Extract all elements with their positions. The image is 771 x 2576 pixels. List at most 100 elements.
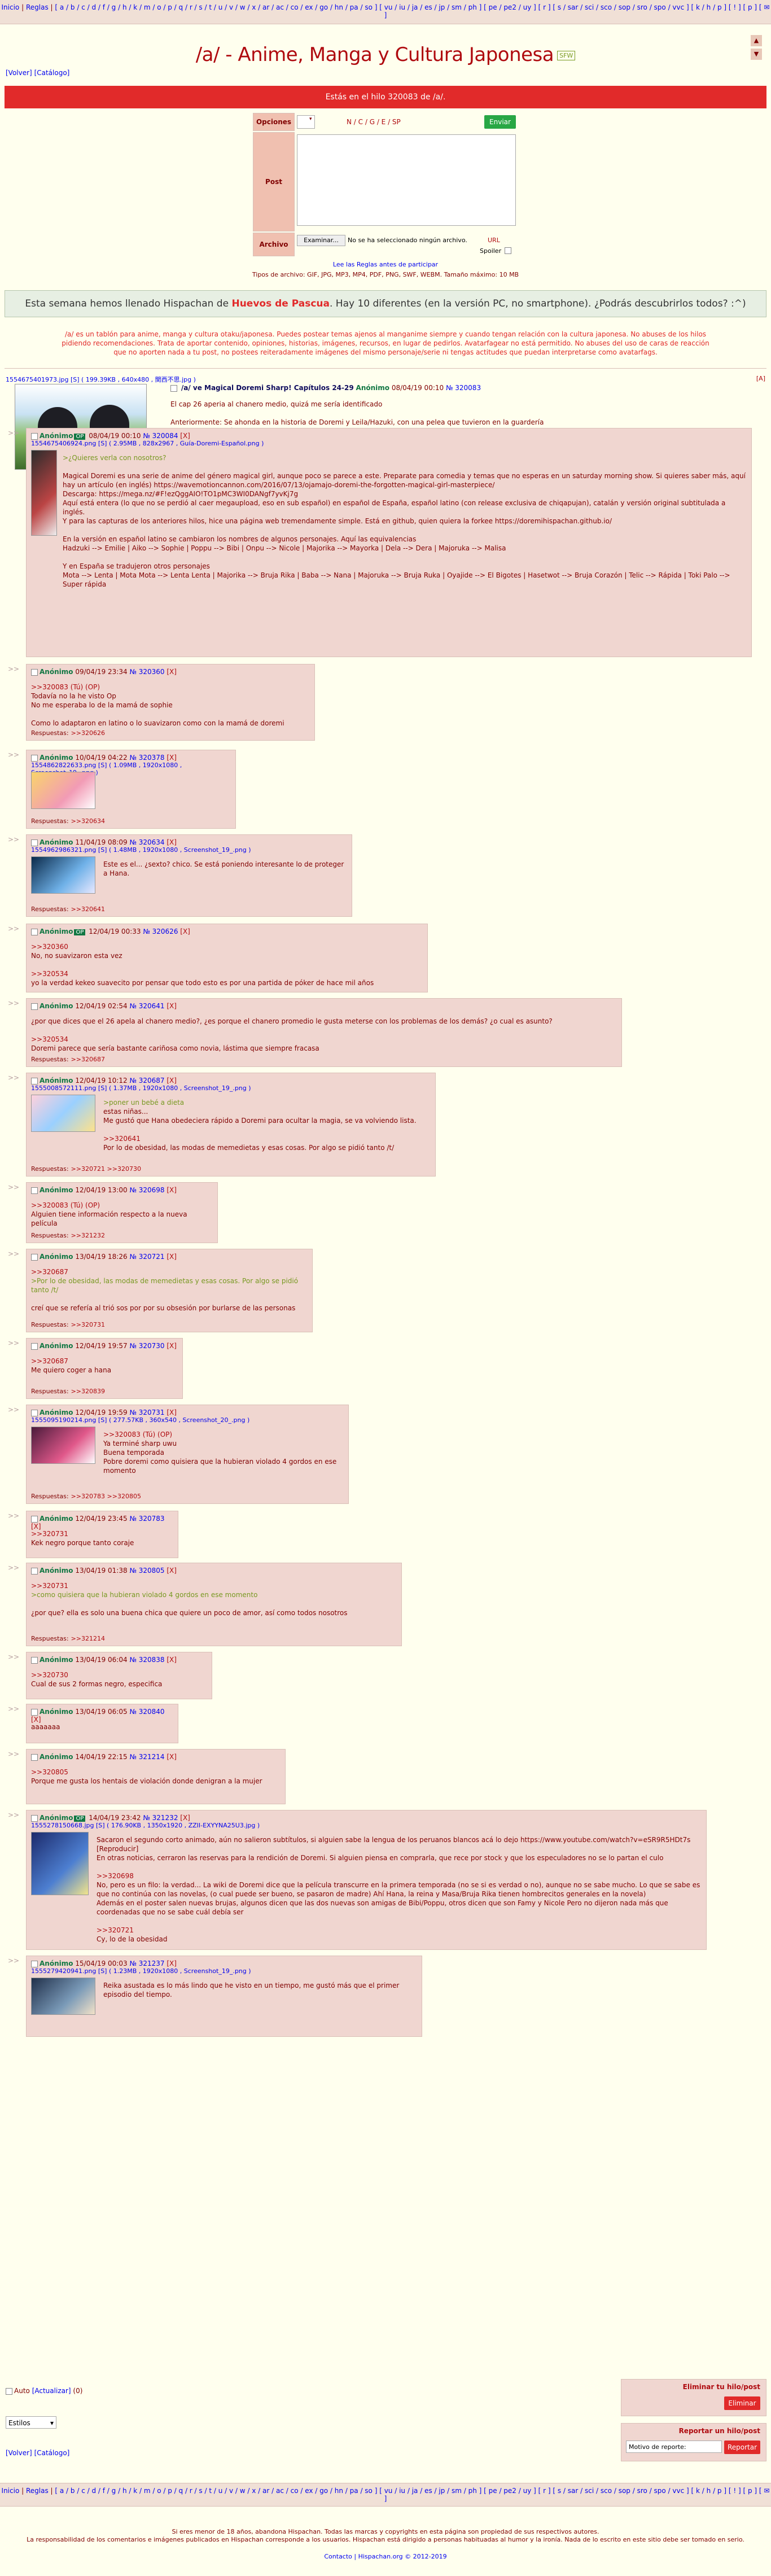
- reply-number[interactable]: № 320084: [143, 432, 178, 440]
- post-textarea[interactable]: [297, 134, 516, 226]
- reply-file-link[interactable]: 1555278150668.jpg [S] ( 176.90KB , 1350x…: [31, 1822, 260, 1829]
- reply-select-checkbox[interactable]: [31, 1342, 38, 1350]
- reply-thumbnail[interactable]: [31, 856, 95, 894]
- actualizar-link[interactable]: [Actualizar]: [32, 2387, 71, 2395]
- opciones-select[interactable]: [297, 115, 315, 129]
- reply-close-icon[interactable]: [X]: [165, 1253, 177, 1261]
- op-number[interactable]: № 320083: [446, 384, 481, 392]
- reply-select-checkbox[interactable]: [31, 1253, 38, 1261]
- reply-close-icon[interactable]: [X]: [165, 1186, 177, 1194]
- reply-close-icon[interactable]: [X]: [178, 928, 190, 935]
- reply-select-checkbox[interactable]: [31, 1753, 38, 1761]
- board-list-bottom[interactable]: [ a / b / c / d / f / g / h / k / m / o …: [55, 2487, 769, 2503]
- backlink-quote[interactable]: >>320641: [71, 906, 105, 913]
- reply-file-link[interactable]: 1555095190214.png [S] ( 277.57KB , 360x5…: [31, 1416, 249, 1424]
- reply-number[interactable]: № 320698: [129, 1186, 164, 1194]
- reply-number[interactable]: № 320378: [129, 754, 164, 762]
- reply-close-icon[interactable]: [X]: [178, 1814, 190, 1822]
- reply-number[interactable]: № 321237: [129, 1960, 164, 1967]
- eliminar-button[interactable]: Eliminar: [724, 2396, 760, 2410]
- reply-number[interactable]: № 320731: [129, 1409, 164, 1416]
- reply-body-line[interactable]: >>320721: [97, 1926, 134, 1934]
- reply-body-line[interactable]: >>320687: [31, 1268, 68, 1276]
- reply-close-icon[interactable]: [X]: [165, 1960, 177, 1967]
- volver-link-bottom[interactable]: [Volver]: [6, 2449, 32, 2457]
- backlink-quote[interactable]: >>320634: [71, 817, 105, 825]
- reply-body-line[interactable]: >>320731: [31, 1530, 68, 1538]
- backlink-quote[interactable]: >>320721 >>320730: [71, 1165, 141, 1173]
- reply-close-icon[interactable]: [X]: [178, 432, 190, 440]
- op-select-checkbox[interactable]: [170, 384, 177, 392]
- nav-reglas-link-bottom[interactable]: Reglas: [26, 2487, 49, 2495]
- reply-file-link[interactable]: 1555008572111.png [S] ( 1.37MB , 1920x10…: [31, 1084, 251, 1092]
- reply-body-line[interactable]: >>320534: [31, 1035, 68, 1043]
- reply-number[interactable]: № 320626: [143, 928, 178, 935]
- reply-number[interactable]: № 320783: [129, 1515, 164, 1523]
- catalogo-link-bottom[interactable]: [Catálogo]: [34, 2449, 70, 2457]
- reply-file-link[interactable]: 1554675406924.png [S] ( 2.95MB , 828x296…: [31, 440, 264, 447]
- reply-select-checkbox[interactable]: [31, 928, 38, 935]
- reply-close-icon[interactable]: [X]: [165, 1753, 177, 1761]
- scroll-down-icon[interactable]: ▼: [751, 49, 762, 60]
- auto-checkbox[interactable]: [6, 2387, 12, 2395]
- scroll-up-icon[interactable]: ▲: [751, 35, 762, 46]
- reply-select-checkbox[interactable]: [31, 839, 38, 846]
- reply-body-line[interactable]: >>320731: [31, 1582, 68, 1590]
- reply-body-line[interactable]: >>320805: [31, 1768, 68, 1776]
- reply-body-line[interactable]: >>320083 (Tú) (OP): [31, 1201, 100, 1209]
- nav-inicio-link-bottom[interactable]: Inicio: [2, 2487, 20, 2495]
- reply-number[interactable]: № 321214: [129, 1753, 164, 1761]
- reply-number[interactable]: № 320634: [129, 838, 164, 846]
- reply-close-icon[interactable]: [X]: [165, 1002, 177, 1010]
- reply-select-checkbox[interactable]: [31, 1003, 38, 1010]
- reply-body-line[interactable]: >>320083 (Tú) (OP): [31, 683, 100, 691]
- reply-select-checkbox[interactable]: [31, 754, 38, 762]
- reply-close-icon[interactable]: [X]: [165, 1342, 177, 1350]
- reply-body-line[interactable]: >>320360: [31, 943, 68, 951]
- reply-select-checkbox[interactable]: [31, 1656, 38, 1664]
- url-link[interactable]: URL: [488, 237, 500, 244]
- reply-close-icon[interactable]: [X]: [165, 1077, 177, 1084]
- op-hide-link[interactable]: [A]: [756, 375, 765, 382]
- reply-thumbnail[interactable]: [31, 450, 57, 536]
- reply-thumbnail[interactable]: [31, 1978, 95, 2015]
- reply-body-line[interactable]: >>320534: [31, 970, 68, 978]
- reply-select-checkbox[interactable]: [31, 1814, 38, 1822]
- reply-body-line[interactable]: >>320641: [103, 1135, 141, 1143]
- reply-number[interactable]: № 320840: [129, 1708, 164, 1716]
- nav-inicio-link[interactable]: Inicio: [2, 3, 20, 11]
- catalogo-link[interactable]: [Catálogo]: [34, 69, 70, 77]
- reply-number[interactable]: № 320838: [129, 1656, 164, 1664]
- reply-thumbnail[interactable]: [31, 1832, 89, 1895]
- reply-body-line[interactable]: >>320083 (Tú) (OP): [103, 1431, 172, 1438]
- reply-select-checkbox[interactable]: [31, 1567, 38, 1575]
- motivo-select[interactable]: Motivo de reporte:: [626, 2441, 722, 2453]
- reply-body-line[interactable]: >>320730: [31, 1671, 68, 1679]
- reply-file-link[interactable]: 1554962986321.png [S] ( 1.48MB , 1920x10…: [31, 846, 251, 854]
- reply-close-icon[interactable]: [X]: [165, 754, 177, 762]
- op-file-link[interactable]: 1554675401973.jpg [S] ( 199.39KB , 640x4…: [6, 376, 196, 383]
- reply-close-icon[interactable]: [X]: [165, 1656, 177, 1664]
- reply-select-checkbox[interactable]: [31, 1515, 38, 1523]
- backlink-quote[interactable]: >>321232: [71, 1232, 105, 1239]
- reply-number[interactable]: № 320641: [129, 1002, 164, 1010]
- reply-thumbnail[interactable]: [31, 1427, 95, 1464]
- volver-link[interactable]: [Volver]: [6, 69, 32, 77]
- backlink-quote[interactable]: >>321214: [71, 1635, 105, 1642]
- styles-select[interactable]: Estilos ▾: [6, 2416, 56, 2429]
- reply-body-line[interactable]: >>320687: [31, 1357, 68, 1365]
- reportar-button[interactable]: Reportar: [724, 2441, 760, 2454]
- reply-close-icon[interactable]: [X]: [165, 1567, 177, 1575]
- reply-number[interactable]: № 320730: [129, 1342, 164, 1350]
- spoiler-checkbox[interactable]: [505, 247, 511, 254]
- reply-body-line[interactable]: >>320698: [97, 1872, 134, 1880]
- reply-select-checkbox[interactable]: [31, 1187, 38, 1194]
- reply-thumbnail[interactable]: [31, 772, 95, 809]
- reply-select-checkbox[interactable]: [31, 668, 38, 676]
- flag-links[interactable]: N / C / G / E / SP: [347, 118, 401, 126]
- reply-close-icon[interactable]: [X]: [165, 668, 177, 676]
- contact-link[interactable]: Contacto | Hispachan.org © 2012-2019: [324, 2553, 446, 2560]
- reply-select-checkbox[interactable]: [31, 1077, 38, 1084]
- reply-thumbnail[interactable]: [31, 1095, 95, 1132]
- backlink-quote[interactable]: >>320626: [71, 729, 105, 737]
